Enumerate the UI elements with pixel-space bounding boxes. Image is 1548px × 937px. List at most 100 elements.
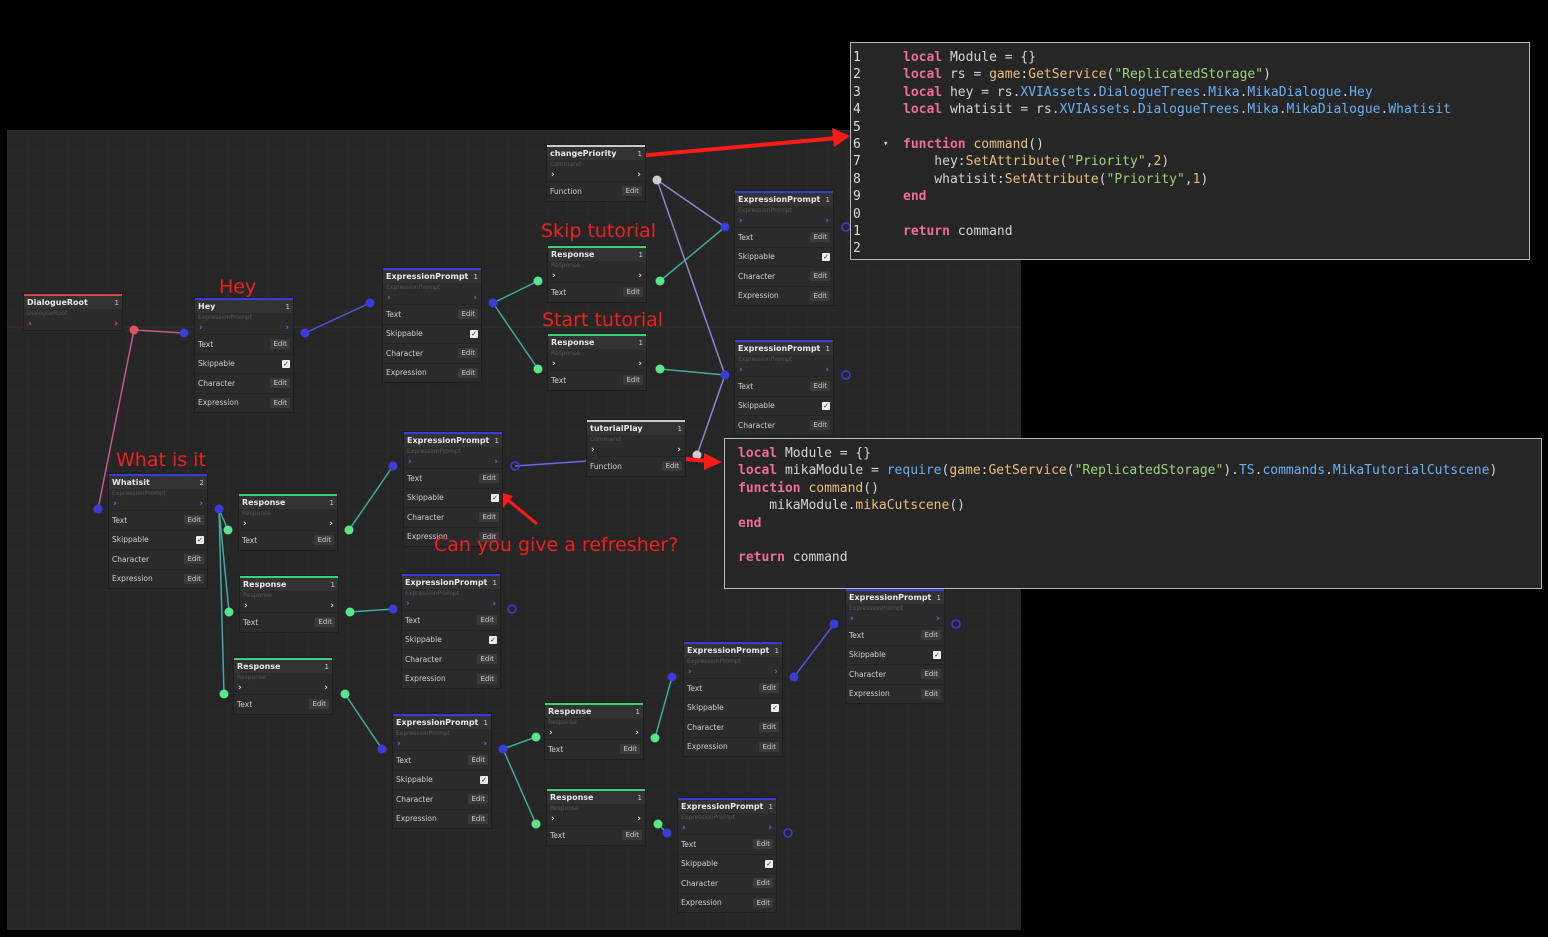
node-title: Response (551, 338, 595, 347)
edit-button[interactable]: Edit (468, 813, 488, 824)
chevron-right-icon: › (551, 814, 555, 824)
edit-button[interactable]: Edit (479, 473, 499, 484)
edit-button[interactable]: Edit (315, 617, 335, 628)
node-change-priority[interactable]: changePriority 1 Command › › Function Edit (547, 145, 645, 201)
edit-button[interactable]: Edit (753, 897, 773, 908)
node-expression-prompt[interactable]: ExpressionPrompt 1 ExpressionPrompt › › Te… (404, 432, 502, 546)
edit-button[interactable]: Edit (921, 669, 941, 680)
node-response[interactable]: Response 1 Response › › Text Edit (547, 789, 645, 845)
edit-button[interactable]: Edit (458, 367, 478, 378)
node-expression-prompt[interactable]: ExpressionPrompt 1 ExpressionPrompt › › Te… (735, 191, 833, 305)
skippable-checkbox[interactable]: ✓ (489, 635, 497, 644)
node-expression-prompt[interactable]: ExpressionPrompt 1 ExpressionPrompt › › Te… (678, 798, 776, 912)
node-tutorial-play[interactable]: tutorialPlay 1 Command › › Function Edit (587, 420, 685, 476)
edit-button[interactable]: Edit (458, 309, 478, 320)
fold-arrow-icon[interactable]: ▾ (883, 136, 888, 153)
node-response[interactable]: Response 1 Response › › Text Edit (548, 334, 646, 390)
code-text: hey:SetAttribute("Priority",2) (903, 153, 1169, 170)
edit-button[interactable]: Edit (759, 741, 779, 752)
edit-button[interactable]: Edit (314, 535, 334, 546)
code-token: () (949, 498, 965, 514)
edit-button[interactable]: Edit (468, 794, 488, 805)
node-response[interactable]: Response 1 Response › › Text Edit (240, 576, 338, 632)
skippable-checkbox[interactable]: ✓ (196, 535, 204, 544)
node-count: 1 (494, 436, 499, 445)
edit-button[interactable]: Edit (468, 755, 488, 766)
edit-button[interactable]: Edit (309, 699, 329, 710)
edit-button[interactable]: Edit (810, 232, 830, 243)
edit-button[interactable]: Edit (622, 186, 642, 197)
edit-button[interactable]: Edit (921, 688, 941, 699)
edit-button[interactable]: Edit (270, 397, 290, 408)
node-count: 1 (677, 424, 682, 433)
edit-button[interactable]: Edit (184, 554, 204, 565)
edit-button[interactable]: Edit (921, 630, 941, 641)
chevron-right-icon: › (406, 599, 410, 609)
code-token: XVIAssets (1059, 102, 1130, 118)
edit-button[interactable]: Edit (270, 378, 290, 389)
skippable-checkbox[interactable]: ✓ (480, 775, 488, 784)
edit-button[interactable]: Edit (477, 673, 497, 684)
edit-button[interactable]: Edit (622, 830, 642, 841)
node-response[interactable]: Response 1 Response › › Text Edit (548, 246, 646, 302)
node-dialogue-root[interactable]: DialogueRoot 1 DialogueRoot › › (24, 294, 122, 330)
node-whatisit[interactable]: Whatisit 2 ExpressionPrompt › › Text Edit S… (109, 474, 207, 588)
code-popup-change-priority[interactable]: 1 local Module = {} 2 local rs = game:GetSe… (850, 42, 1530, 260)
node-response[interactable]: Response 1 Response › › Text Edit (239, 494, 337, 550)
skippable-checkbox[interactable]: ✓ (470, 329, 478, 338)
chevron-right-icon: › (494, 457, 498, 467)
edit-button[interactable]: Edit (753, 878, 773, 889)
node-expression-prompt[interactable]: ExpressionPrompt 1 ExpressionPrompt › › Te… (393, 714, 491, 828)
code-token: whatisit: (903, 171, 1005, 187)
skippable-checkbox[interactable]: ✓ (282, 359, 290, 368)
node-expression-prompt[interactable]: ExpressionPrompt 1 ExpressionPrompt › › Te… (684, 642, 782, 756)
node-hey[interactable]: Hey 1 ExpressionPrompt › › Text Edit Skippa… (195, 298, 293, 412)
code-line: return command (725, 549, 1541, 566)
edit-button[interactable]: Edit (184, 515, 204, 526)
chevron-right-icon: › (199, 499, 203, 509)
edit-button[interactable]: Edit (753, 839, 773, 850)
skippable-checkbox[interactable]: ✓ (771, 703, 779, 712)
skippable-checkbox[interactable]: ✓ (491, 493, 499, 502)
edit-button[interactable]: Edit (810, 420, 830, 431)
code-popup-tutorial-play[interactable]: local Module = {} local mikaModule = requ… (724, 438, 1542, 589)
code-token: GetService (1028, 67, 1107, 83)
edit-button[interactable]: Edit (810, 290, 830, 301)
code-token: local (903, 67, 943, 83)
field-label: Text (551, 287, 567, 297)
edit-button[interactable]: Edit (623, 287, 643, 298)
edit-button[interactable]: Edit (759, 683, 779, 694)
annotation-refresher: Can you give a refresher? (434, 534, 679, 556)
code-token: , (1184, 171, 1193, 187)
edit-button[interactable]: Edit (458, 348, 478, 359)
node-expression-prompt[interactable]: ExpressionPrompt 1 ExpressionPrompt › › Te… (735, 340, 833, 435)
node-response[interactable]: Response 1 Response › › Text Edit (545, 703, 643, 759)
edit-button[interactable]: Edit (479, 512, 499, 523)
edit-button[interactable]: Edit (270, 339, 290, 350)
edit-button[interactable]: Edit (662, 461, 682, 472)
code-token: local (903, 84, 943, 100)
skippable-checkbox[interactable]: ✓ (822, 401, 830, 410)
field-label: Skippable (407, 493, 444, 503)
node-title: ExpressionPrompt (849, 593, 932, 602)
node-expression-prompt[interactable]: ExpressionPrompt 1 ExpressionPrompt › › Te… (383, 268, 481, 382)
edit-button[interactable]: Edit (184, 573, 204, 584)
edit-button[interactable]: Edit (759, 722, 779, 733)
edit-button[interactable]: Edit (620, 744, 640, 755)
node-expression-prompt[interactable]: ExpressionPrompt 1 ExpressionPrompt › › Te… (846, 589, 944, 703)
edit-button[interactable]: Edit (623, 375, 643, 386)
edit-button[interactable]: Edit (477, 654, 497, 665)
node-response[interactable]: Response 1 Response › › Text Edit (234, 658, 332, 714)
skippable-checkbox[interactable]: ✓ (933, 650, 941, 659)
node-expression-prompt[interactable]: ExpressionPrompt 1 ExpressionPrompt › › Te… (402, 574, 500, 688)
code-token: XVIAssets (1020, 84, 1091, 100)
field-label: Text (738, 381, 754, 391)
edit-button[interactable]: Edit (810, 381, 830, 392)
code-token: MikaTutorialCutscene (1332, 463, 1490, 479)
skippable-checkbox[interactable]: ✓ (765, 859, 773, 868)
edit-button[interactable]: Edit (810, 271, 830, 282)
edit-button[interactable]: Edit (477, 615, 497, 626)
skippable-checkbox[interactable]: ✓ (822, 252, 830, 261)
code-token: ). (1223, 463, 1239, 479)
node-count: 1 (768, 802, 773, 811)
